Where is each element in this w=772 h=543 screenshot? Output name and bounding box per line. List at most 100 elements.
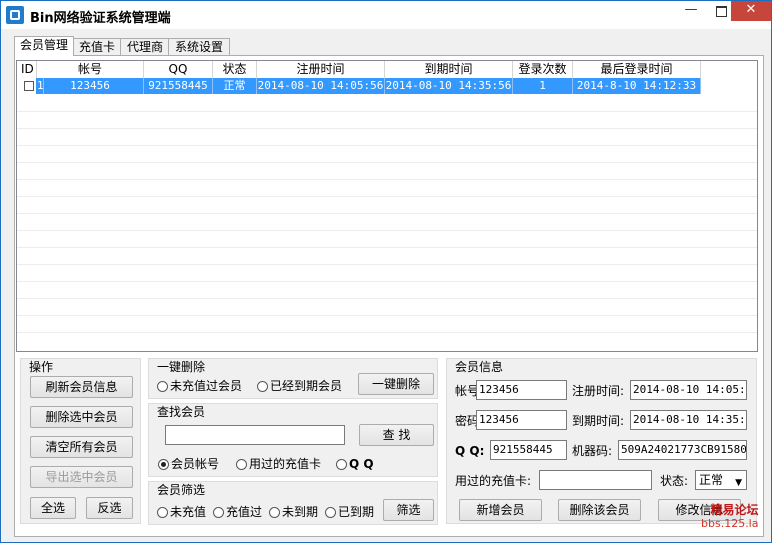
radio-search-by-account[interactable]: 会员帐号 bbox=[158, 457, 219, 471]
grid-line bbox=[17, 332, 757, 333]
radio-never-recharged[interactable]: 未充值过会员 bbox=[157, 379, 242, 393]
app-logo-icon bbox=[6, 6, 24, 24]
one-click-delete-button[interactable]: 一键删除 bbox=[358, 373, 434, 395]
cell-id: 1 bbox=[36, 78, 44, 94]
radio-filter-unexpired[interactable]: 未到期 bbox=[269, 505, 318, 519]
window-title: Bin网络验证系统管理端 bbox=[30, 11, 171, 26]
column-header-id[interactable]: ID bbox=[17, 61, 37, 78]
main-window: Bin网络验证系统管理端 — ✕ 会员管理 充值卡 代理商 系统设置 ID 帐号… bbox=[0, 0, 772, 543]
tab-panel: ID 帐号 QQ 状态 注册时间 到期时间 登录次数 最后登录时间 123456… bbox=[14, 55, 764, 537]
cell-qq: 921558445 bbox=[144, 78, 213, 94]
watermark: 精易论坛 bbs.125.la bbox=[701, 503, 759, 531]
add-member-button[interactable]: 新增会员 bbox=[459, 499, 542, 521]
find-member-group: 查找会员 查 找 会员帐号 用过的充值卡 Q Q bbox=[148, 403, 438, 477]
cell-expire-time: 2014-08-10 14:35:56 bbox=[385, 78, 513, 94]
grid-line bbox=[17, 179, 757, 180]
radio-icon bbox=[236, 459, 247, 470]
password-field[interactable]: 123456 bbox=[476, 410, 567, 430]
radio-icon bbox=[325, 507, 336, 518]
radio-label: 用过的充值卡 bbox=[249, 457, 322, 471]
machine-code-label: 机器码: bbox=[572, 444, 613, 458]
radio-filter-expired[interactable]: 已到期 bbox=[325, 505, 374, 519]
cell-login-count: 1 bbox=[513, 78, 573, 94]
refresh-members-button[interactable]: 刷新会员信息 bbox=[30, 376, 133, 398]
grid-line bbox=[17, 213, 757, 214]
quick-delete-group: 一键删除 未充值过会员 已经到期会员 一键删除 bbox=[148, 358, 438, 399]
column-header-register-time[interactable]: 注册时间 bbox=[257, 61, 385, 78]
qq-field[interactable]: 921558445 bbox=[490, 440, 567, 460]
status-select[interactable]: 正常 ▼ bbox=[695, 470, 747, 490]
radio-label: 充值过 bbox=[226, 505, 263, 519]
grid-line bbox=[17, 230, 757, 231]
operations-group: 操作 刷新会员信息 删除选中会员 清空所有会员 导出选中会员 全选 反选 bbox=[20, 358, 141, 524]
machine-code-field[interactable]: 509A24021773CB915801C bbox=[618, 440, 747, 460]
radio-filter-unrecharged[interactable]: 未充值 bbox=[157, 505, 206, 519]
radio-icon bbox=[257, 381, 268, 392]
column-header-qq[interactable]: QQ bbox=[144, 61, 213, 78]
cell-last-login: 2014-8-10 14:12:33 bbox=[573, 78, 701, 94]
radio-label: 会员帐号 bbox=[171, 457, 220, 471]
maximize-icon bbox=[715, 6, 727, 17]
radio-icon bbox=[336, 459, 347, 470]
watermark-site: bbs.125.la bbox=[701, 517, 759, 530]
member-grid[interactable]: ID 帐号 QQ 状态 注册时间 到期时间 登录次数 最后登录时间 123456… bbox=[16, 60, 758, 352]
used-card-field[interactable] bbox=[539, 470, 652, 490]
column-header-last-login[interactable]: 最后登录时间 bbox=[573, 61, 701, 78]
grid-line bbox=[17, 162, 757, 163]
radio-label: 已到期 bbox=[338, 505, 375, 519]
radio-filter-recharged[interactable]: 充值过 bbox=[213, 505, 262, 519]
radio-search-by-card[interactable]: 用过的充值卡 bbox=[236, 457, 321, 471]
cell-register-time: 2014-08-10 14:05:56 bbox=[257, 78, 385, 94]
delete-member-button[interactable]: 删除该会员 bbox=[558, 499, 641, 521]
register-time-label: 注册时间: bbox=[572, 384, 625, 398]
operations-title: 操作 bbox=[29, 360, 54, 374]
tab-system-settings[interactable]: 系统设置 bbox=[168, 38, 230, 56]
column-header-expire-time[interactable]: 到期时间 bbox=[385, 61, 513, 78]
invert-selection-button[interactable]: 反选 bbox=[86, 497, 133, 519]
register-time-field[interactable]: 2014-08-10 14:05:56 bbox=[630, 380, 747, 400]
clear-all-members-button[interactable]: 清空所有会员 bbox=[30, 436, 133, 458]
quick-delete-title: 一键删除 bbox=[157, 360, 206, 374]
search-button[interactable]: 查 找 bbox=[359, 424, 434, 446]
radio-label: Q Q bbox=[349, 457, 374, 471]
column-header-status[interactable]: 状态 bbox=[213, 61, 257, 78]
radio-label: 未充值过会员 bbox=[170, 379, 243, 393]
grid-line bbox=[17, 281, 757, 282]
minimize-button[interactable]: — bbox=[677, 1, 705, 21]
chevron-down-icon: ▼ bbox=[735, 478, 742, 488]
select-all-button[interactable]: 全选 bbox=[30, 497, 76, 519]
radio-expired-members[interactable]: 已经到期会员 bbox=[257, 379, 342, 393]
tab-member-manage[interactable]: 会员管理 bbox=[14, 36, 74, 56]
cell-status: 正常 bbox=[213, 78, 257, 94]
grid-line bbox=[17, 111, 757, 112]
column-header-account[interactable]: 帐号 bbox=[37, 61, 144, 78]
member-info-group: 会员信息 帐号: 123456 注册时间: 2014-08-10 14:05:5… bbox=[446, 358, 757, 524]
grid-line bbox=[17, 145, 757, 146]
radio-icon bbox=[213, 507, 224, 518]
radio-selected-icon bbox=[158, 459, 169, 470]
filter-button[interactable]: 筛选 bbox=[383, 499, 434, 521]
grid-line bbox=[17, 315, 757, 316]
grid-line bbox=[17, 247, 757, 248]
radio-search-by-qq[interactable]: Q Q bbox=[336, 457, 374, 471]
column-header-login-count[interactable]: 登录次数 bbox=[513, 61, 573, 78]
expire-time-label: 到期时间: bbox=[572, 414, 625, 428]
export-selected-members-button[interactable]: 导出选中会员 bbox=[30, 466, 133, 488]
watermark-text: 精易论坛 bbox=[710, 503, 759, 517]
radio-label: 未充值 bbox=[170, 505, 207, 519]
delete-selected-members-button[interactable]: 删除选中会员 bbox=[30, 406, 133, 428]
expire-time-field[interactable]: 2014-08-10 14:35:56 bbox=[630, 410, 747, 430]
radio-icon bbox=[157, 507, 168, 518]
row-checkbox[interactable] bbox=[24, 81, 34, 91]
client-area: 会员管理 充值卡 代理商 系统设置 ID 帐号 QQ 状态 注册时间 到期时间 … bbox=[8, 29, 764, 537]
member-filter-title: 会员筛选 bbox=[157, 483, 206, 497]
search-input[interactable] bbox=[165, 425, 345, 445]
tab-agent[interactable]: 代理商 bbox=[120, 38, 170, 56]
find-member-title: 查找会员 bbox=[157, 405, 206, 419]
account-field[interactable]: 123456 bbox=[476, 380, 567, 400]
radio-label: 已经到期会员 bbox=[270, 379, 343, 393]
used-card-label: 用过的充值卡: bbox=[455, 474, 532, 488]
close-button[interactable]: ✕ bbox=[731, 1, 771, 21]
tab-recharge-card[interactable]: 充值卡 bbox=[72, 38, 122, 56]
title-bar: Bin网络验证系统管理端 — ✕ bbox=[1, 1, 771, 29]
